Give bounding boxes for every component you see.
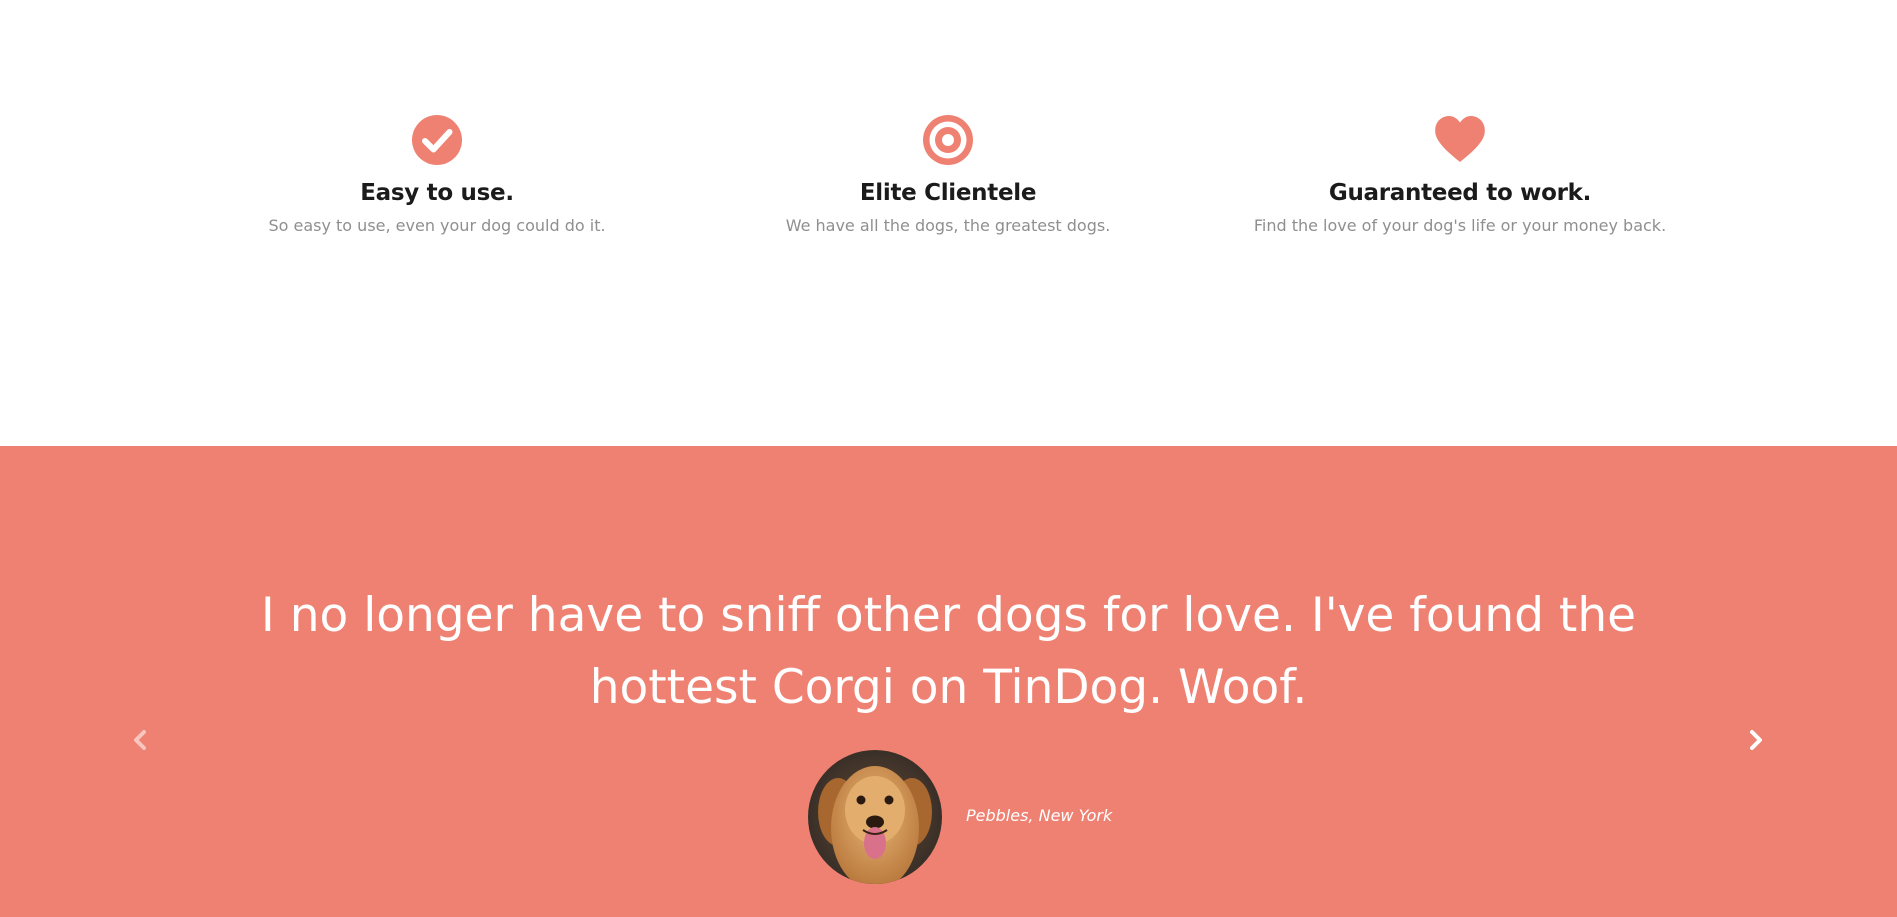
page: Easy to use. So easy to use, even your d… bbox=[0, 0, 1897, 917]
feature-title: Guaranteed to work. bbox=[1328, 180, 1592, 206]
testimonial-quote: I no longer have to sniff other dogs for… bbox=[260, 588, 1637, 715]
heart-icon bbox=[1435, 116, 1485, 162]
feature-description: So easy to use, even your dog could do i… bbox=[268, 216, 606, 235]
feature-title: Elite Clientele bbox=[859, 180, 1037, 206]
feature-description: Find the love of your dog's life or your… bbox=[1253, 216, 1667, 235]
feature-easy-to-use: Easy to use. So easy to use, even your d… bbox=[177, 112, 697, 235]
bullseye-icon bbox=[923, 115, 973, 165]
feature-title: Easy to use. bbox=[360, 180, 514, 206]
chevron-left-icon bbox=[134, 730, 146, 750]
feature-elite-clientele: Elite Clientele We have all the dogs, th… bbox=[688, 112, 1208, 235]
features-section: Easy to use. So easy to use, even your d… bbox=[0, 0, 1897, 446]
carousel-prev-button[interactable] bbox=[122, 722, 158, 758]
testimonial-author: Pebbles, New York bbox=[966, 806, 1113, 825]
feature-description: We have all the dogs, the greatest dogs. bbox=[785, 216, 1111, 235]
carousel-next-button[interactable] bbox=[1738, 722, 1774, 758]
dog-avatar bbox=[808, 750, 942, 884]
chevron-right-icon bbox=[1750, 730, 1762, 750]
dog-avatar-image bbox=[808, 750, 942, 884]
feature-guaranteed: Guaranteed to work. Find the love of you… bbox=[1200, 112, 1720, 235]
check-circle-icon bbox=[412, 115, 462, 165]
testimonial-section: I no longer have to sniff other dogs for… bbox=[0, 446, 1897, 917]
